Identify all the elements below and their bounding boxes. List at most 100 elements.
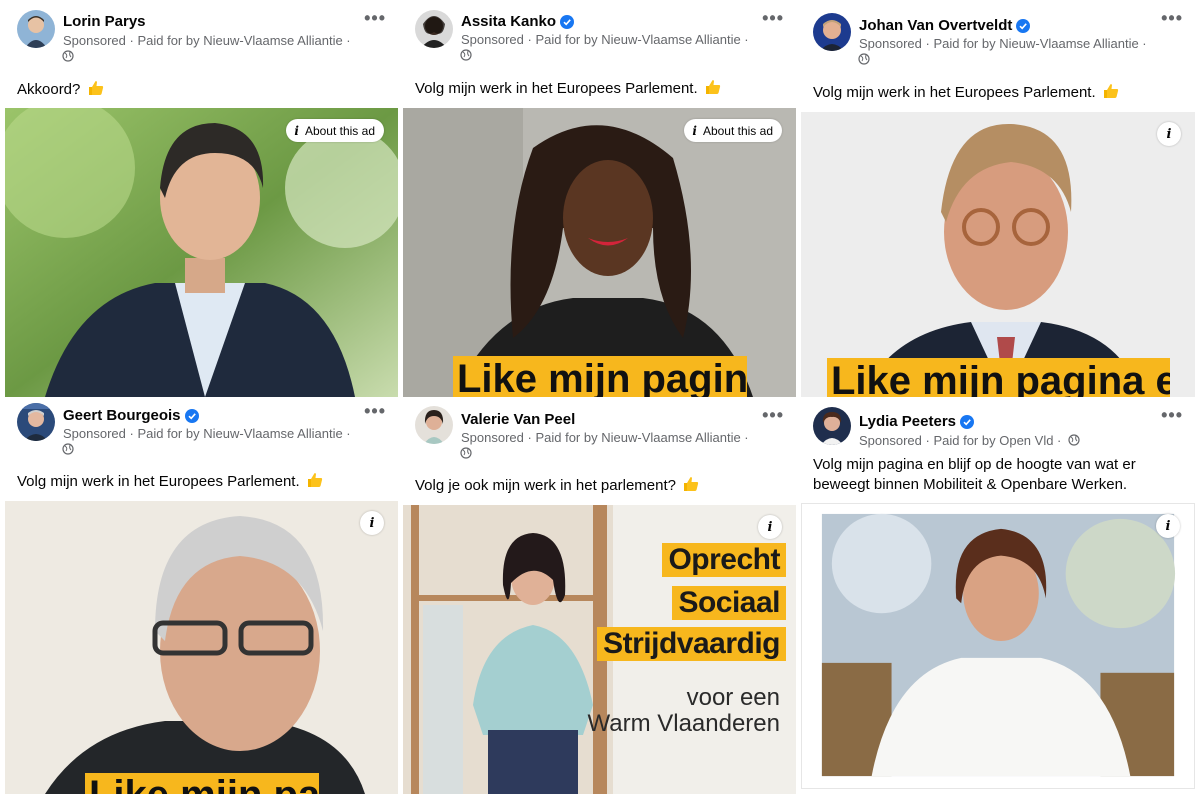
page-name[interactable]: Valerie Van Peel (461, 411, 575, 428)
ad-text: Volg mijn pagina en blijf op de hoogte v… (813, 455, 1136, 495)
thumbs-up-icon (307, 473, 322, 487)
sponsored-meta: Sponsored · Paid for by Nieuw-Vlaamse Al… (859, 36, 1147, 51)
ad-text: Akkoord? (17, 79, 105, 100)
verified-badge-icon (184, 408, 199, 423)
ad-header: Valerie Van Peel Sponsored · Paid for by… (403, 397, 796, 467)
ad-image[interactable]: i Like mijn pagina (5, 501, 398, 794)
ad-image[interactable]: i About this ad Like mijn pagina (403, 108, 796, 397)
sponsored-label[interactable]: Sponsored (859, 36, 922, 51)
globe-icon (62, 443, 74, 455)
verified-badge-icon (960, 414, 974, 429)
ad-header: Johan Van Overtveldt Sponsored · Paid fo… (801, 0, 1195, 70)
avatar[interactable] (415, 10, 453, 48)
ad-text-line-1: Volg mijn pagina en blijf op de hoogte v… (813, 456, 1136, 473)
info-icon: i (692, 123, 697, 138)
page-name-text[interactable]: Assita Kanko (461, 13, 556, 30)
ad-text: Volg je ook mijn werk in het parlement? (415, 475, 700, 496)
thumbs-up-icon (88, 81, 103, 95)
avatar[interactable] (415, 406, 453, 444)
portrait-photo (801, 112, 1195, 397)
page-name[interactable]: Johan Van Overtveldt (859, 17, 1031, 34)
ad-card-valerie-van-peel: Valerie Van Peel Sponsored · Paid for by… (403, 397, 796, 794)
verified-badge-icon (560, 14, 575, 29)
payer-name: Open Vld (999, 433, 1054, 448)
ad-card-johan-van-overtveldt: Johan Van Overtveldt Sponsored · Paid fo… (801, 0, 1195, 397)
globe-icon (460, 447, 472, 459)
tag-sociaal: Sociaal (672, 586, 786, 620)
more-options-icon[interactable]: ••• (1161, 8, 1183, 29)
sponsored-label[interactable]: Sponsored (63, 33, 126, 48)
payer-name: Nieuw-Vlaamse Alliantie (999, 36, 1139, 51)
ad-header: Geert Bourgeois Sponsored · Paid for by … (5, 397, 398, 467)
verified-badge-icon (1016, 18, 1031, 33)
page-name[interactable]: Geert Bourgeois (63, 407, 199, 424)
info-button[interactable]: i (360, 511, 384, 535)
payer-name: Nieuw-Vlaamse Alliantie (601, 430, 741, 445)
more-options-icon[interactable]: ••• (762, 405, 784, 426)
page-name-text[interactable]: Johan Van Overtveldt (859, 17, 1012, 34)
info-button[interactable]: i (758, 515, 782, 539)
thumbs-up-icon (1103, 84, 1118, 98)
sponsored-meta: Sponsored · Paid for by Open Vld · (859, 433, 1080, 448)
payer-name: Nieuw-Vlaamse Alliantie (203, 426, 343, 441)
ad-image[interactable]: i Like mijn pagina en (801, 112, 1195, 397)
page-name[interactable]: Lydia Peeters (859, 413, 974, 430)
ad-text-content: Volg je ook mijn werk in het parlement? (415, 477, 676, 494)
tag-oprecht: Oprecht (662, 543, 786, 577)
info-button[interactable]: i (1157, 122, 1181, 146)
avatar[interactable] (17, 403, 55, 441)
page-name[interactable]: Assita Kanko (461, 13, 575, 30)
thumbs-up-icon (705, 80, 720, 94)
more-options-icon[interactable]: ••• (364, 401, 386, 422)
like-page-banner: Like mijn pagina (453, 356, 747, 397)
ad-text: Volg mijn werk in het Europees Parlement… (415, 78, 722, 99)
ad-header: Assita Kanko Sponsored · Paid for by Nie… (403, 0, 796, 70)
ad-text-line-2: beweegt binnen Mobiliteit & Openbare Wer… (813, 476, 1128, 493)
sponsored-label[interactable]: Sponsored (461, 430, 524, 445)
page-name-text[interactable]: Lydia Peeters (859, 413, 956, 430)
paid-for-label: Paid for by (535, 430, 598, 445)
avatar[interactable] (813, 13, 851, 51)
slogan-line-1: voor een (686, 684, 780, 711)
sponsored-label[interactable]: Sponsored (859, 433, 922, 448)
portrait-photo (403, 108, 796, 397)
more-options-icon[interactable]: ••• (364, 8, 386, 29)
thumbs-up-icon (684, 477, 699, 491)
about-label: About this ad (702, 123, 773, 138)
ad-image[interactable]: i (801, 503, 1195, 789)
sponsored-meta: Sponsored · Paid for by Nieuw-Vlaamse Al… (63, 426, 351, 441)
about-this-ad-button[interactable]: i About this ad (286, 119, 384, 142)
sponsored-meta: Sponsored · Paid for by Nieuw-Vlaamse Al… (461, 32, 749, 47)
globe-icon (1068, 434, 1080, 446)
avatar[interactable] (813, 407, 851, 445)
slogan: voor een Warm Vlaanderen (587, 685, 780, 737)
tag-strijdvaardig: Strijdvaardig (597, 627, 786, 661)
ad-image[interactable]: i About this ad (5, 108, 398, 397)
sponsored-label[interactable]: Sponsored (461, 32, 524, 47)
paid-for-label: Paid for by (933, 433, 996, 448)
page-name-text[interactable]: Lorin Parys (63, 13, 146, 30)
ad-text: Volg mijn werk in het Europees Parlement… (813, 82, 1120, 103)
payer-name: Nieuw-Vlaamse Alliantie (203, 33, 343, 48)
globe-icon (460, 49, 472, 61)
more-options-icon[interactable]: ••• (1161, 405, 1183, 426)
info-button[interactable]: i (1156, 514, 1180, 538)
ad-header: Lorin Parys Sponsored · Paid for by Nieu… (5, 0, 398, 70)
ad-card-lydia-peeters: Lydia Peeters Sponsored · Paid for by Op… (801, 397, 1195, 794)
portrait-photo (5, 108, 398, 397)
sponsored-label[interactable]: Sponsored (63, 426, 126, 441)
like-page-banner: Like mijn pagina en (827, 358, 1170, 397)
portrait-photo (5, 501, 398, 794)
page-name-text[interactable]: Valerie Van Peel (461, 411, 575, 428)
ad-text-content: Akkoord? (17, 81, 81, 98)
slogan-line-2: Warm Vlaanderen (587, 710, 780, 737)
avatar[interactable] (17, 10, 55, 48)
page-name-text[interactable]: Geert Bourgeois (63, 407, 181, 424)
about-this-ad-button[interactable]: i About this ad (684, 119, 782, 142)
globe-icon (62, 50, 74, 62)
sponsored-meta: Sponsored · Paid for by Nieuw-Vlaamse Al… (63, 33, 351, 48)
ad-image[interactable]: i Oprecht Sociaal Strijdvaardig voor een… (403, 505, 796, 794)
more-options-icon[interactable]: ••• (762, 8, 784, 29)
ad-text: Volg mijn werk in het Europees Parlement… (17, 471, 324, 492)
page-name[interactable]: Lorin Parys (63, 13, 146, 30)
